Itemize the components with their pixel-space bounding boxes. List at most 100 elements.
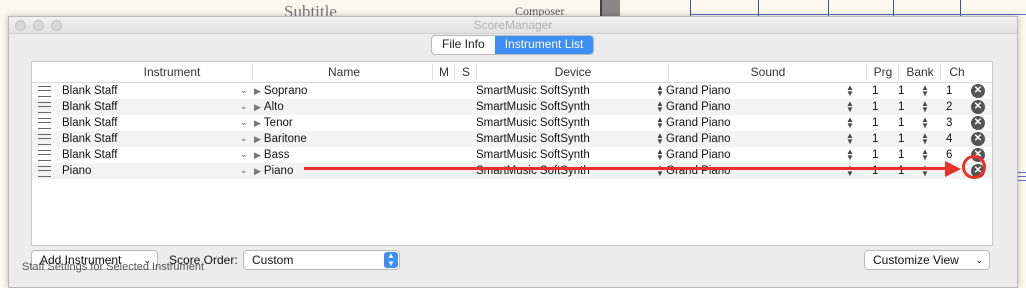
device-select[interactable]: SmartMusic SoftSynth bbox=[476, 116, 590, 130]
instrument-select[interactable]: Blank Staff bbox=[62, 84, 117, 98]
updown-chevron-icon[interactable]: ▲▼ bbox=[656, 100, 664, 114]
drag-handle-icon[interactable] bbox=[38, 86, 51, 97]
column-header-instrument[interactable]: Instrument bbox=[92, 65, 252, 79]
chevron-down-icon[interactable]: ⌄ bbox=[240, 165, 248, 176]
column-divider bbox=[252, 64, 253, 80]
instrument-select[interactable]: Blank Staff bbox=[62, 100, 117, 114]
drag-handle-icon[interactable] bbox=[38, 166, 51, 177]
staff-name: Alto bbox=[263, 101, 284, 113]
device-select[interactable]: SmartMusic SoftSynth bbox=[476, 148, 590, 162]
table-row[interactable]: Piano ⌄ ▶Piano SmartMusic SoftSynth ▲▼ G… bbox=[32, 163, 992, 179]
column-header-sound[interactable]: Sound bbox=[670, 65, 866, 79]
chevron-down-icon[interactable]: ⌄ bbox=[240, 101, 248, 112]
disclosure-triangle-icon[interactable]: ▶ bbox=[254, 134, 261, 144]
table-row[interactable]: Blank Staff ⌄ ▶ Soprano SmartMusic SoftSy… bbox=[32, 83, 992, 99]
tab-instrument-list[interactable]: Instrument List bbox=[494, 36, 594, 54]
column-header-mute[interactable]: M bbox=[434, 65, 454, 79]
column-header-bank[interactable]: Bank bbox=[900, 65, 940, 79]
instrument-select[interactable]: Blank Staff bbox=[62, 132, 117, 146]
x-circle-icon[interactable]: ✕ bbox=[971, 116, 985, 130]
bank-value[interactable]: 1 bbox=[898, 100, 904, 114]
device-select[interactable]: SmartMusic SoftSynth bbox=[476, 100, 590, 114]
disclosure-triangle-icon[interactable]: ▶ bbox=[254, 102, 261, 112]
sound-select[interactable]: Grand Piano bbox=[666, 84, 731, 98]
bank-value[interactable]: 1 bbox=[898, 132, 904, 146]
staff-name: Piano bbox=[263, 165, 294, 177]
column-header-channel[interactable]: Ch bbox=[942, 65, 972, 79]
device-select[interactable]: SmartMusic SoftSynth bbox=[476, 84, 590, 98]
x-circle-icon[interactable]: ✕ bbox=[971, 84, 985, 98]
updown-chevron-icon[interactable]: ▲▼ bbox=[656, 116, 664, 130]
updown-chevron-icon[interactable]: ▲▼ bbox=[846, 148, 854, 162]
updown-chevron-icon[interactable]: ▲▼ bbox=[656, 148, 664, 162]
device-select[interactable]: SmartMusic SoftSynth bbox=[476, 132, 590, 146]
channel-value[interactable]: 3 bbox=[946, 116, 952, 130]
tab-file-info[interactable]: File Info bbox=[432, 36, 495, 54]
table-row[interactable]: Blank Staff ⌄ ▶ Tenor SmartMusic SoftSynt… bbox=[32, 115, 992, 131]
updown-chevron-icon: ▲ ▼ bbox=[384, 252, 398, 268]
updown-chevron-icon[interactable]: ▲▼ bbox=[921, 84, 929, 98]
drag-handle-icon[interactable] bbox=[38, 134, 51, 145]
updown-chevron-icon[interactable]: ▲▼ bbox=[846, 84, 854, 98]
program-value[interactable]: 1 bbox=[872, 84, 878, 98]
updown-chevron-icon[interactable]: ▲▼ bbox=[921, 148, 929, 162]
sound-select[interactable]: Grand Piano bbox=[666, 116, 731, 130]
column-header-program[interactable]: Prg bbox=[868, 65, 898, 79]
channel-value[interactable]: 1 bbox=[946, 84, 952, 98]
x-circle-icon[interactable]: ✕ bbox=[971, 100, 985, 114]
channel-value[interactable]: 6 bbox=[946, 148, 952, 162]
name-cell[interactable]: ▶ Alto bbox=[254, 100, 284, 114]
column-header-solo[interactable]: S bbox=[456, 65, 476, 79]
window-titlebar[interactable]: ScoreManager bbox=[9, 17, 1017, 34]
updown-chevron-icon[interactable]: ▲▼ bbox=[921, 100, 929, 114]
updown-chevron-icon[interactable]: ▲▼ bbox=[846, 132, 854, 146]
name-cell[interactable]: ▶ Soprano bbox=[254, 84, 307, 98]
program-value[interactable]: 1 bbox=[872, 116, 878, 130]
program-value[interactable]: 1 bbox=[872, 148, 878, 162]
table-row[interactable]: Blank Staff ⌄ ▶ Alto SmartMusic SoftSynth… bbox=[32, 99, 992, 115]
bank-value[interactable]: 1 bbox=[898, 116, 904, 130]
chevron-down-icon[interactable]: ⌄ bbox=[240, 85, 248, 96]
updown-chevron-icon[interactable]: ▲▼ bbox=[656, 84, 664, 98]
sound-select[interactable]: Grand Piano bbox=[666, 132, 731, 146]
updown-chevron-icon[interactable]: ▲▼ bbox=[656, 132, 664, 146]
chevron-down-icon[interactable]: ⌄ bbox=[240, 149, 248, 160]
sound-select[interactable]: Grand Piano bbox=[666, 100, 731, 114]
updown-chevron-icon[interactable]: ▲▼ bbox=[846, 116, 854, 130]
instrument-select[interactable]: Blank Staff bbox=[62, 116, 117, 130]
disclosure-triangle-icon[interactable]: ▶ bbox=[254, 150, 261, 160]
table-row[interactable]: Blank Staff ⌄ ▶ Bass SmartMusic SoftSynth… bbox=[32, 147, 992, 163]
column-header-name[interactable]: Name bbox=[254, 65, 434, 79]
program-value[interactable]: 1 bbox=[872, 100, 878, 114]
updown-chevron-icon[interactable]: ▲▼ bbox=[921, 116, 929, 130]
instrument-select[interactable]: Piano bbox=[62, 164, 91, 178]
instrument-select[interactable]: Blank Staff bbox=[62, 148, 117, 162]
bank-value[interactable]: 1 bbox=[898, 84, 904, 98]
score-order-select[interactable]: Custom ▲ ▼ bbox=[243, 250, 400, 270]
drag-handle-icon[interactable] bbox=[38, 150, 51, 161]
bank-value[interactable]: 1 bbox=[898, 148, 904, 162]
disclosure-triangle-icon[interactable]: ▶ bbox=[254, 166, 261, 176]
chevron-down-icon[interactable]: ⌄ bbox=[240, 117, 248, 128]
channel-value[interactable]: 2 bbox=[946, 100, 952, 114]
updown-chevron-icon[interactable]: ▲▼ bbox=[846, 100, 854, 114]
name-cell[interactable]: ▶ Baritone bbox=[254, 132, 307, 146]
updown-chevron-icon[interactable]: ▲▼ bbox=[921, 132, 929, 146]
column-header-device[interactable]: Device bbox=[478, 65, 668, 79]
staff-name: Soprano bbox=[263, 85, 308, 97]
x-circle-icon[interactable]: ✕ bbox=[971, 132, 985, 146]
table-row[interactable]: Blank Staff ⌄ ▶ Baritone SmartMusic SoftS… bbox=[32, 131, 992, 147]
program-value[interactable]: 1 bbox=[872, 132, 878, 146]
name-cell[interactable]: ▶ Piano bbox=[254, 164, 293, 178]
disclosure-triangle-icon[interactable]: ▶ bbox=[254, 118, 261, 128]
drag-handle-icon[interactable] bbox=[38, 102, 51, 113]
name-cell[interactable]: ▶ Bass bbox=[254, 148, 290, 162]
name-cell[interactable]: ▶ Tenor bbox=[254, 116, 293, 130]
chevron-down-icon[interactable]: ⌄ bbox=[240, 133, 248, 144]
customize-view-button[interactable]: Customize View ⌄ bbox=[864, 250, 990, 270]
channel-value[interactable]: 4 bbox=[946, 132, 952, 146]
chevron-down-icon: ⌄ bbox=[975, 255, 983, 265]
disclosure-triangle-icon[interactable]: ▶ bbox=[254, 86, 261, 96]
drag-handle-icon[interactable] bbox=[38, 118, 51, 129]
sound-select[interactable]: Grand Piano bbox=[666, 148, 731, 162]
